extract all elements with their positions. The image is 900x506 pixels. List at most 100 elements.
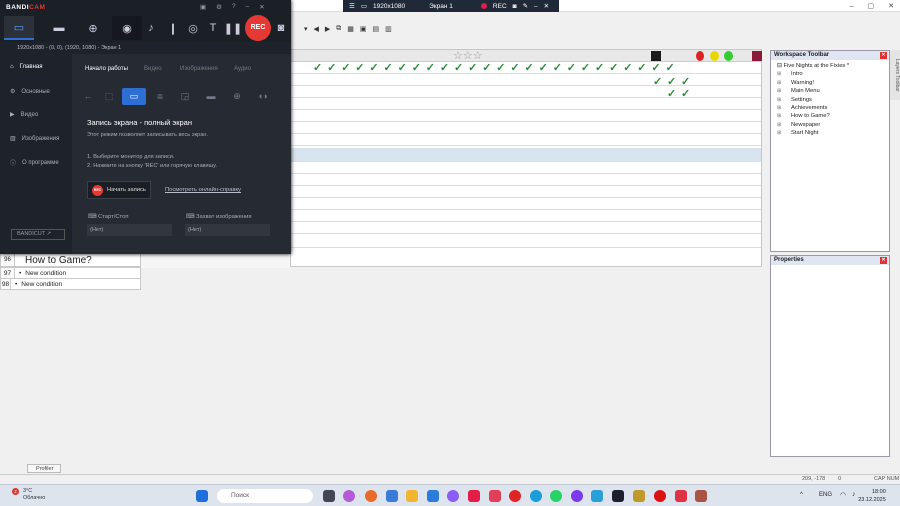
- event-row[interactable]: 96 How to Game?: [0, 253, 141, 267]
- image-icon: ▨: [10, 136, 16, 142]
- app-icon[interactable]: [447, 490, 459, 502]
- window-mode-icon[interactable]: ◲: [175, 88, 195, 105]
- weather-widget[interactable]: 2 3°C Облачно: [12, 488, 45, 502]
- menu-icon[interactable]: ☰: [349, 2, 355, 10]
- start-recording-button[interactable]: REC Начать запись: [87, 181, 151, 199]
- sidebar-item-home[interactable]: ⌂ Главная: [10, 64, 42, 70]
- layout-icon[interactable]: ▦: [347, 25, 354, 33]
- dropdown-icon[interactable]: ▾: [304, 25, 308, 33]
- maximize-button[interactable]: ▢: [868, 2, 875, 10]
- close-icon[interactable]: ✕: [544, 2, 549, 10]
- yandex-icon[interactable]: [489, 490, 501, 502]
- help-icon[interactable]: ?: [232, 3, 236, 11]
- mic-button[interactable]: ❙: [166, 16, 180, 40]
- recbar-rec[interactable]: REC: [493, 3, 507, 10]
- event-row[interactable]: 98 • New condition: [0, 278, 141, 290]
- taskview-icon[interactable]: [323, 490, 335, 502]
- tab-video[interactable]: Видео: [144, 66, 162, 72]
- screenshot-button[interactable]: ◙: [274, 16, 288, 40]
- app-icon[interactable]: [571, 490, 583, 502]
- tree-item[interactable]: How to Game?: [777, 112, 889, 121]
- options-icon[interactable]: ▥: [385, 25, 392, 33]
- hotkey-capture-field[interactable]: (Нет): [185, 224, 270, 236]
- folder-icon[interactable]: [406, 490, 418, 502]
- start-icon[interactable]: [196, 490, 208, 502]
- edit-icon[interactable]: ⧉: [336, 25, 341, 33]
- around-mouse-icon[interactable]: ⧈: [150, 88, 170, 105]
- tree-item[interactable]: Intro: [777, 70, 889, 79]
- check-icon: ✓: [341, 62, 351, 74]
- sidebar-item-video[interactable]: ▶ Видео: [10, 111, 38, 119]
- tray-arrow-icon[interactable]: ^: [800, 492, 803, 498]
- fullscreen-mode-button[interactable]: ▭: [4, 16, 34, 40]
- edge-icon[interactable]: [530, 490, 542, 502]
- minimize-button[interactable]: –: [850, 3, 854, 10]
- tree-item[interactable]: Main Menu: [777, 87, 889, 96]
- opera-icon[interactable]: [509, 490, 521, 502]
- minimize-icon[interactable]: –: [534, 3, 538, 10]
- hotkey-start-field[interactable]: (Нет): [87, 224, 172, 236]
- tab-audio[interactable]: Аудио: [234, 66, 251, 72]
- fullscreen-mode-icon[interactable]: ▭: [122, 88, 146, 105]
- tree-item[interactable]: Settings: [777, 96, 889, 105]
- sidebar-item-general[interactable]: ⚙ Основные: [10, 88, 50, 96]
- tree-item[interactable]: Start Night: [777, 129, 889, 138]
- close-icon[interactable]: ✕: [880, 52, 887, 59]
- sidebar-item-about[interactable]: ⓘ О программе: [10, 158, 59, 168]
- arrow-right-icon[interactable]: ▶: [325, 25, 330, 33]
- profiler-tab[interactable]: Profiler: [27, 464, 61, 473]
- device-mode-icon[interactable]: ▬: [201, 88, 221, 105]
- bandicut-button[interactable]: BANDICUT ↗: [11, 229, 65, 240]
- view-icon[interactable]: ▣: [360, 25, 367, 33]
- app-icon[interactable]: [612, 490, 624, 502]
- settings-icon[interactable]: ⚙: [216, 3, 222, 11]
- webcam-button[interactable]: ◉: [112, 16, 142, 40]
- minimize-icon[interactable]: –: [246, 3, 250, 11]
- volume-icon[interactable]: ♪: [852, 491, 856, 498]
- search-box[interactable]: Поиск: [217, 489, 313, 503]
- camera-icon[interactable]: ◙: [513, 3, 517, 10]
- device-mode-button[interactable]: ▬: [44, 16, 74, 40]
- close-icon[interactable]: ✕: [880, 257, 887, 264]
- language-indicator[interactable]: ENG: [819, 492, 832, 498]
- tree-item[interactable]: Achievements: [777, 104, 889, 113]
- grid-icon[interactable]: ▤: [373, 25, 380, 33]
- folder-icon[interactable]: ▣: [200, 3, 206, 11]
- pause-button[interactable]: ❚❚: [224, 16, 242, 40]
- sidebar-item-images[interactable]: ▨ Изображения: [10, 135, 59, 143]
- pencil-icon[interactable]: ✎: [523, 2, 528, 10]
- tree-item[interactable]: Warning!: [777, 79, 889, 88]
- online-help-link[interactable]: Посмотреть онлайн-справку: [165, 187, 241, 193]
- clock[interactable]: 18:00 23.12.2025: [858, 488, 886, 504]
- close-button[interactable]: ✕: [888, 2, 894, 10]
- text-button[interactable]: T: [206, 16, 220, 40]
- powerpoint-icon[interactable]: [675, 490, 687, 502]
- whatsapp-icon[interactable]: [550, 490, 562, 502]
- mouse-button[interactable]: ◎: [186, 16, 200, 40]
- yandex-icon[interactable]: [468, 490, 480, 502]
- tab-images[interactable]: Изображения: [180, 66, 218, 72]
- app-icon[interactable]: [386, 490, 398, 502]
- tab-getting-started[interactable]: Начало работы: [85, 66, 128, 72]
- game-mode-button[interactable]: ⊕: [80, 16, 106, 40]
- rec-button[interactable]: REC: [245, 15, 271, 41]
- app-icon[interactable]: [633, 490, 645, 502]
- project-node[interactable]: ⊟ Five Nights at the Fixies *: [777, 62, 889, 70]
- arrow-left-icon[interactable]: ◀: [314, 25, 319, 33]
- app-icon[interactable]: [343, 490, 355, 502]
- speaker-button[interactable]: ♪: [144, 16, 158, 40]
- back-icon[interactable]: ←: [78, 88, 98, 105]
- tree-item[interactable]: Newspaper: [777, 121, 889, 130]
- app-icon[interactable]: [695, 490, 707, 502]
- rect-mode-icon[interactable]: ⬚: [99, 88, 119, 105]
- app-icon[interactable]: [365, 490, 377, 502]
- wifi-icon[interactable]: ◠: [840, 491, 846, 499]
- store-icon[interactable]: [427, 490, 439, 502]
- instruction-step-2: 2. Нажмите на кнопку 'REC' или горячую к…: [87, 163, 217, 169]
- app-icon[interactable]: [591, 490, 603, 502]
- bandicam-taskbar-icon[interactable]: [654, 490, 666, 502]
- audio-mode-icon[interactable]: ◖◗: [253, 88, 273, 105]
- game-mode-icon[interactable]: ⊕: [227, 88, 247, 105]
- close-icon[interactable]: ✕: [259, 3, 264, 11]
- layers-side-tab[interactable]: Layers Toolbar: [890, 50, 900, 100]
